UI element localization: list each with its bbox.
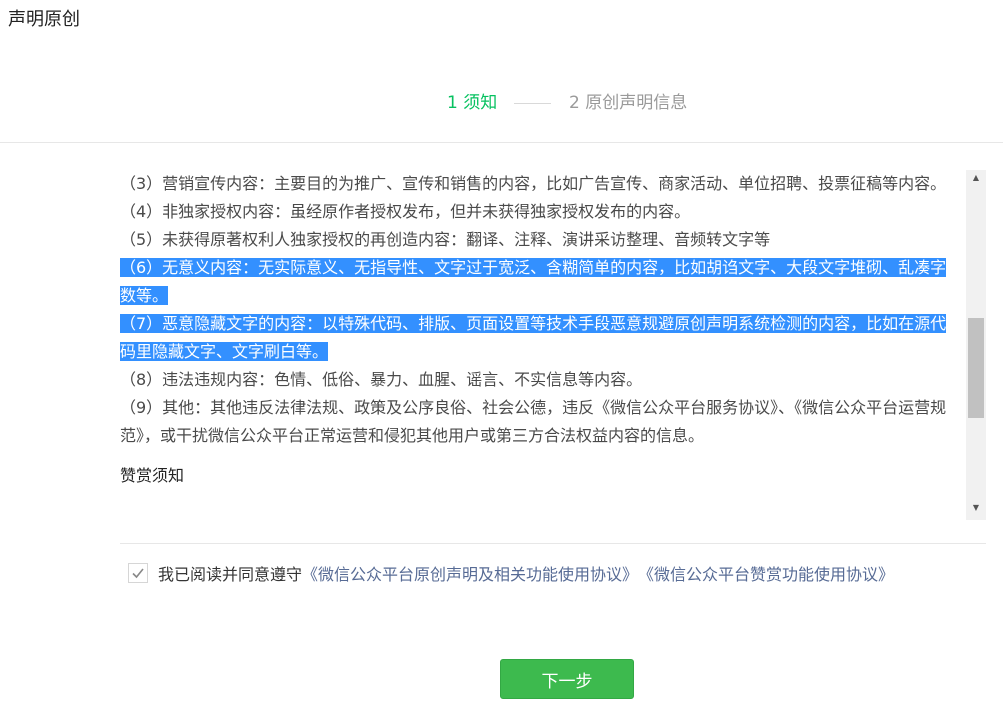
scrollbar[interactable]: ▲ ▼	[966, 170, 986, 520]
header-divider	[0, 142, 1003, 143]
scroll-thumb[interactable]	[968, 318, 984, 418]
notice-item-3: （3）营销宣传内容：主要目的为推广、宣传和销售的内容，比如广告宣传、商家活动、单…	[120, 174, 947, 193]
agreement-row: 我已阅读并同意遵守 《微信公众平台原创声明及相关功能使用协议》 《微信公众平台赞…	[128, 560, 894, 586]
agreement-divider	[120, 543, 986, 544]
notice-content: （3）营销宣传内容：主要目的为推广、宣传和销售的内容，比如广告宣传、商家活动、单…	[120, 170, 962, 490]
scroll-up-icon[interactable]: ▲	[966, 170, 986, 186]
agreement-text: 我已阅读并同意遵守	[158, 565, 303, 584]
notice-scroll-area[interactable]: （3）营销宣传内容：主要目的为推广、宣传和销售的内容，比如广告宣传、商家活动、单…	[120, 170, 986, 520]
notice-item-4: （4）非独家授权内容：虽经原作者授权发布，但并未获得独家授权发布的内容。	[120, 202, 691, 221]
next-step-button[interactable]: 下一步	[500, 659, 634, 699]
notice-item-7: （7）恶意隐藏文字的内容：以特殊代码、排版、页面设置等技术手段恶意规避原创声明系…	[120, 314, 947, 361]
notice-item-6: （6）无意义内容：无实际意义、无指导性、文字过于宽泛、含糊简单的内容，比如胡诌文…	[120, 258, 947, 305]
reward-notice-heading: 赞赏须知	[120, 466, 185, 485]
notice-item-9: （9）其他：其他违反法律法规、政策及公序良俗、社会公德，违反《微信公众平台服务协…	[120, 398, 947, 445]
scroll-down-icon[interactable]: ▼	[966, 500, 986, 516]
step-connector	[514, 103, 551, 104]
agreement-checkbox[interactable]	[128, 563, 148, 583]
checkmark-icon	[132, 568, 144, 579]
notice-item-8: （8）违法违规内容：色情、低俗、暴力、血腥、谣言、不实信息等内容。	[120, 370, 643, 389]
step-indicator: 1 须知 2 原创声明信息	[0, 90, 1003, 116]
step-2-original-info: 2 原创声明信息	[569, 93, 688, 113]
original-agreement-link[interactable]: 《微信公众平台原创声明及相关功能使用协议》	[302, 561, 638, 585]
reward-agreement-link[interactable]: 《微信公众平台赞赏功能使用协议》	[638, 561, 894, 585]
notice-item-5: （5）未获得原著权利人独家授权的再创造内容：翻译、注释、演讲采访整理、音频转文字…	[120, 230, 771, 249]
step-1-notice: 1 须知	[447, 93, 498, 113]
page-title: 声明原创	[8, 9, 80, 30]
